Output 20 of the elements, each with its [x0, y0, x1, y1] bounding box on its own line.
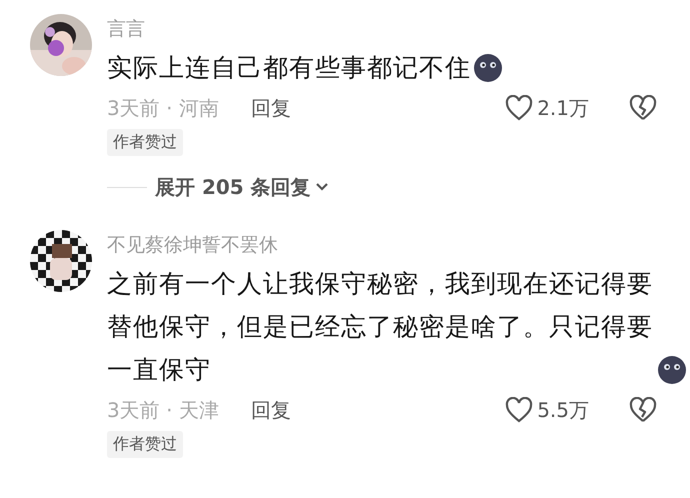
- moon-face-icon: [473, 53, 503, 83]
- reply-button[interactable]: 回复: [250, 94, 291, 122]
- comment-time-location: 3天前 · 河南: [107, 94, 219, 122]
- broken-heart-icon: [629, 397, 657, 423]
- like-button[interactable]: 5.5万: [505, 396, 589, 424]
- expand-replies-button[interactable]: 展开 205 条回复: [155, 174, 329, 200]
- like-button[interactable]: 2.1万: [505, 94, 589, 122]
- heart-icon: [505, 95, 534, 121]
- comment-text: 实际上连自己都有些事都记不住: [107, 52, 471, 84]
- dislike-button[interactable]: [629, 95, 657, 121]
- moon-face-icon: [657, 355, 687, 385]
- reply-button[interactable]: 回复: [250, 396, 291, 424]
- author-liked-badge: 作者赞过: [107, 431, 183, 458]
- author-liked-badge: 作者赞过: [107, 129, 183, 156]
- comment-text: 之前有一个人让我保守秘密，我到现在还记得要替他保守，但是已经忘了秘密是啥了。只记得要一直保守: [107, 268, 654, 386]
- broken-heart-icon: [629, 95, 657, 121]
- comment-time-location: 3天前 · 天津: [107, 396, 219, 424]
- heart-icon: [505, 397, 534, 423]
- chevron-down-icon: [314, 182, 329, 192]
- dislike-button[interactable]: [629, 397, 657, 423]
